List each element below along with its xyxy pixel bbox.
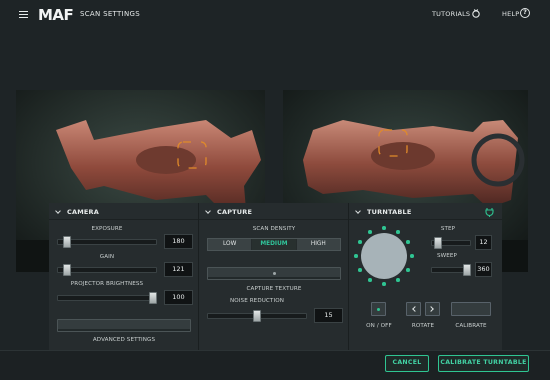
- calibrate-turntable-button[interactable]: CALIBRATE TURNTABLE: [438, 355, 529, 372]
- help-icon[interactable]: ?: [520, 8, 530, 18]
- top-bar: MAF SCAN SETTINGS TUTORIALS HELP ?: [0, 0, 550, 30]
- scan-density-selector: LOW MEDIUM HIGH: [207, 238, 341, 251]
- footer-bar: CANCEL CALIBRATE TURNTABLE: [0, 350, 550, 380]
- settings-panels: CAMERA EXPOSURE 180 GAIN 121 PROJECTOR B…: [49, 203, 502, 350]
- capture-texture-toggle[interactable]: [207, 267, 341, 280]
- capture-panel-header[interactable]: CAPTURE: [199, 203, 348, 220]
- step-slider-thumb[interactable]: [434, 237, 443, 249]
- graduation-cap-icon[interactable]: [471, 8, 481, 18]
- step-value[interactable]: 12: [475, 235, 492, 250]
- density-option-high[interactable]: HIGH: [296, 239, 340, 250]
- chevron-down-icon: [205, 208, 211, 214]
- camera-panel-title: CAMERA: [67, 208, 99, 216]
- calibrate-label: CALIBRATE: [455, 323, 487, 329]
- density-option-low[interactable]: LOW: [208, 239, 253, 250]
- turntable-panel-header[interactable]: TURNTABLE: [349, 203, 502, 220]
- density-option-medium[interactable]: MEDIUM: [252, 239, 297, 250]
- chevron-down-icon: [355, 208, 361, 214]
- cancel-button[interactable]: CANCEL: [385, 355, 429, 372]
- dial-tick-dot: [354, 254, 358, 258]
- dial-tick-dot: [382, 226, 386, 230]
- toggle-indicator-icon: [273, 272, 276, 275]
- dial-tick-dot: [396, 278, 400, 282]
- projector-brightness-slider-thumb[interactable]: [149, 292, 157, 304]
- dial-tick-dot: [368, 230, 372, 234]
- camera-panel: CAMERA EXPOSURE 180 GAIN 121 PROJECTOR B…: [49, 203, 199, 350]
- menu-icon[interactable]: [19, 11, 28, 18]
- tutorials-link[interactable]: TUTORIALS: [432, 10, 470, 18]
- capture-texture-label: CAPTURE TEXTURE: [246, 286, 302, 292]
- projector-brightness-label: PROJECTOR BRIGHTNESS: [70, 281, 144, 287]
- projector-brightness-value[interactable]: 100: [164, 290, 193, 305]
- camera-panel-header[interactable]: CAMERA: [49, 203, 198, 220]
- dial-tick-dot: [358, 268, 362, 272]
- gain-slider-track[interactable]: [57, 267, 157, 273]
- gain-slider-thumb[interactable]: [62, 264, 71, 276]
- chevron-down-icon: [55, 208, 61, 214]
- turntable-dial[interactable]: [361, 233, 407, 279]
- dial-tick-dot: [406, 240, 410, 244]
- turntable-onoff-button[interactable]: [371, 302, 386, 316]
- projector-brightness-slider-track[interactable]: [57, 295, 157, 301]
- sweep-value[interactable]: 360: [475, 262, 492, 277]
- onoff-label: ON / OFF: [366, 323, 392, 329]
- scan-density-label: SCAN DENSITY: [252, 226, 296, 232]
- exposure-slider-track[interactable]: [57, 239, 157, 245]
- gain-value[interactable]: 121: [164, 262, 193, 277]
- advanced-settings-button[interactable]: [57, 319, 191, 332]
- exposure-label: EXPOSURE: [91, 226, 123, 232]
- help-link[interactable]: HELP: [502, 10, 519, 18]
- gain-label: GAIN: [99, 254, 115, 260]
- capture-panel: CAPTURE SCAN DENSITY LOW MEDIUM HIGH CAP…: [199, 203, 349, 350]
- dial-tick-dot: [382, 282, 386, 286]
- rotate-label: ROTATE: [411, 323, 435, 329]
- dial-tick-dot: [406, 268, 410, 272]
- plug-icon: [485, 208, 494, 217]
- step-label: STEP: [440, 226, 456, 232]
- rotate-right-button[interactable]: [425, 302, 440, 316]
- sweep-label: SWEEP: [436, 253, 458, 259]
- dial-tick-dot: [396, 230, 400, 234]
- exposure-value[interactable]: 180: [164, 234, 193, 249]
- turntable-panel: TURNTABLE STEP 12 SWEEP 360 ON / OFF ROT…: [349, 203, 502, 350]
- chevron-right-icon: [428, 306, 434, 312]
- capture-panel-title: CAPTURE: [217, 208, 253, 216]
- page-title: SCAN SETTINGS: [80, 10, 140, 18]
- dial-tick-dot: [358, 240, 362, 244]
- power-indicator-icon: [377, 308, 380, 311]
- noise-reduction-label: NOISE REDUCTION: [230, 298, 284, 304]
- rotate-left-button[interactable]: [406, 302, 421, 316]
- advanced-settings-label: ADVANCED SETTINGS: [92, 337, 156, 343]
- sweep-slider-thumb[interactable]: [463, 264, 471, 276]
- noise-reduction-value[interactable]: 15: [314, 308, 343, 323]
- app-logo: MAF: [38, 6, 74, 24]
- exposure-slider-thumb[interactable]: [63, 236, 72, 248]
- noise-reduction-slider-thumb[interactable]: [253, 310, 261, 322]
- chevron-left-icon: [412, 306, 418, 312]
- calibrate-button[interactable]: [451, 302, 491, 316]
- turntable-panel-title: TURNTABLE: [367, 208, 412, 216]
- dial-tick-dot: [410, 254, 414, 258]
- dial-tick-dot: [368, 278, 372, 282]
